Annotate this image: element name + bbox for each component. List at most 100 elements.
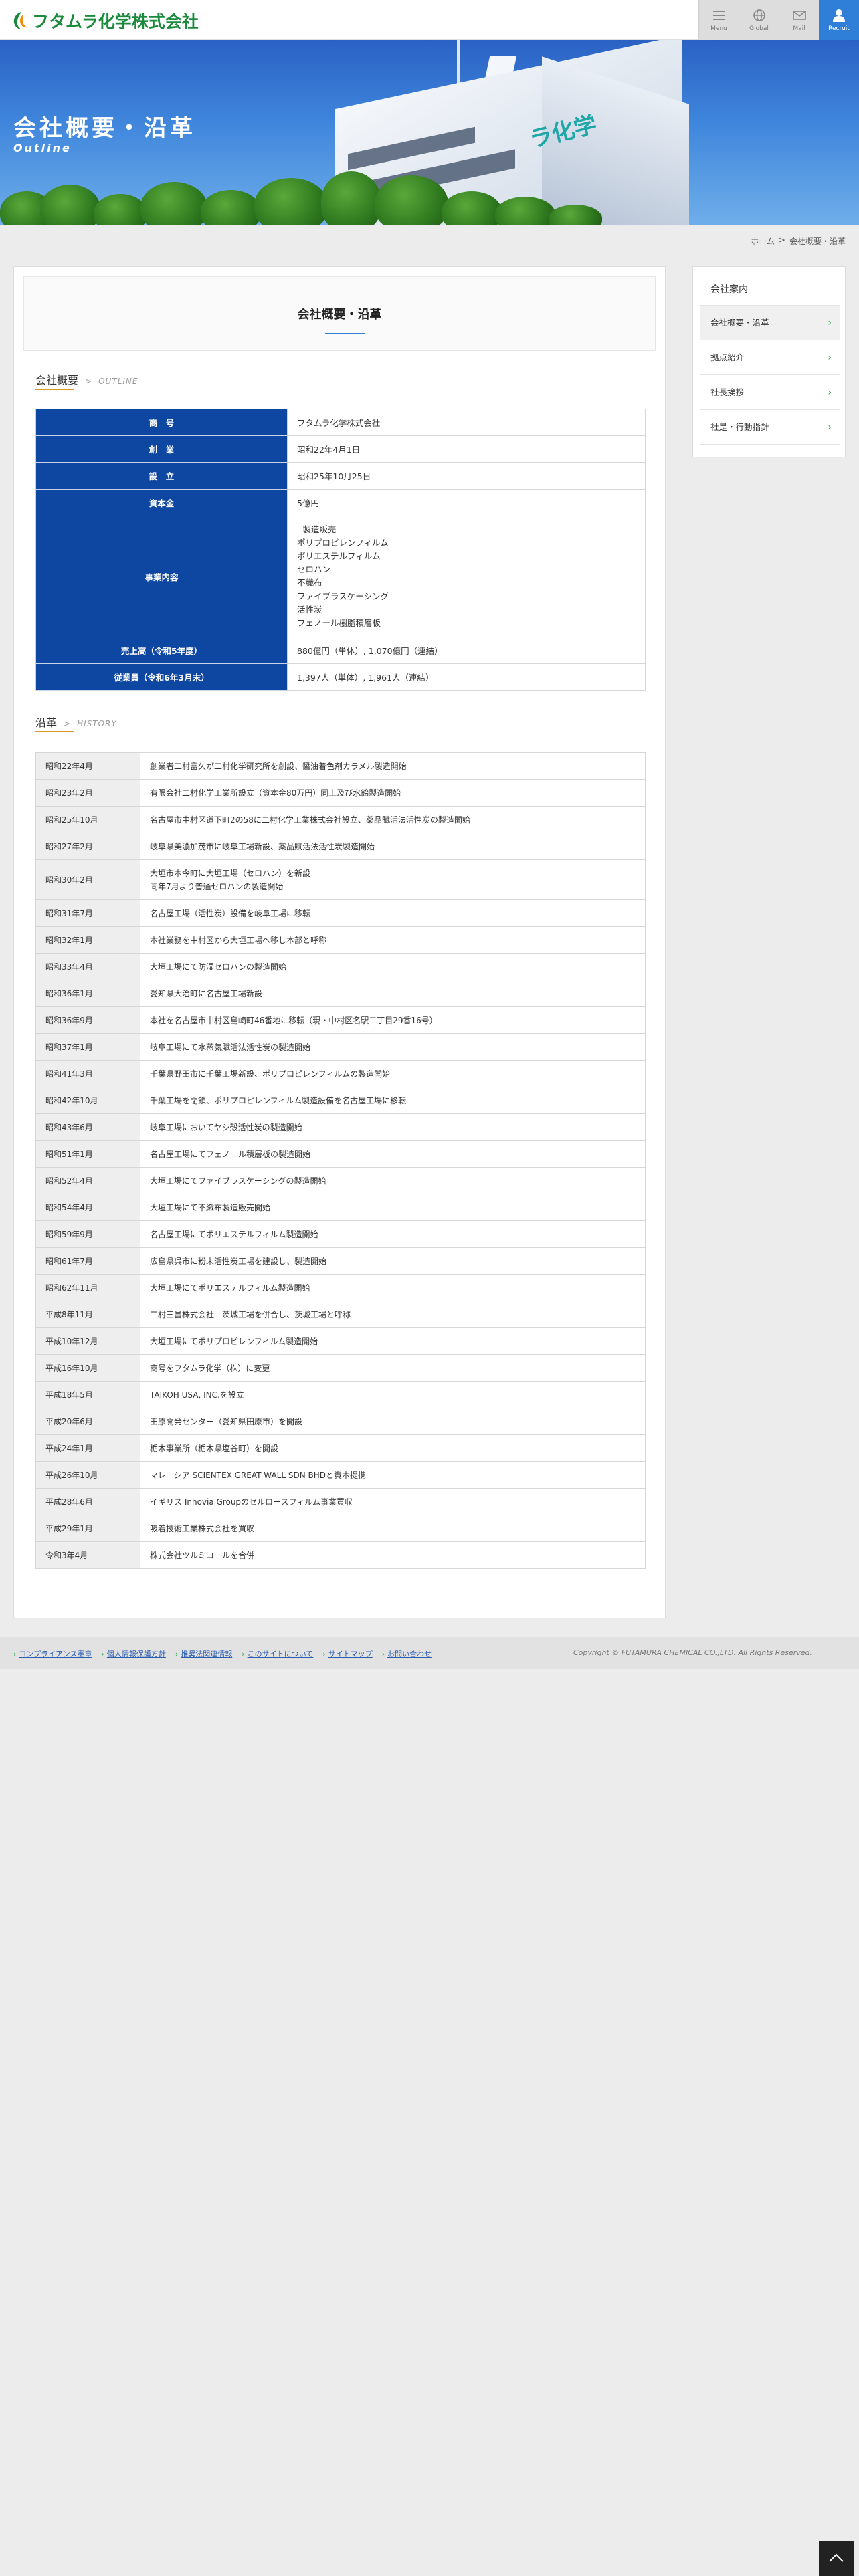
history-row: 平成18年5月 TAIKOH USA, INC.を設立: [35, 1381, 646, 1408]
footer-link[interactable]: 個人情報保護方針: [107, 1650, 166, 1658]
overview-row: 創 業昭和22年4月1日: [35, 435, 646, 463]
sidebar-item-label: 拠点紹介: [710, 352, 745, 362]
chevron-right-icon: ›: [101, 1650, 104, 1658]
history-row: 平成26年10月 マレーシア SCIENTEX GREAT WALL SDN BH…: [35, 1461, 646, 1489]
company-history-table: 昭和22年4月 創業者二村富久が二村化学研究所を創設、醤油着色剤カラメル製造開始昭…: [35, 752, 646, 1569]
globe-icon: [752, 9, 767, 22]
history-event: イギリス Innovia Groupのセルロースフィルム事業買収: [140, 1488, 646, 1515]
sidebar-item-label: 社長挨拶: [710, 387, 745, 397]
overview-row: 従業員（令和6年3月末） 1,397人（単体）, 1,961人（連結）: [35, 663, 646, 691]
history-row: 昭和30年2月 大垣市本今町に大垣工場（セロハン）を新設 同年7月より普通セロハン…: [35, 859, 646, 900]
history-date: 昭和51年1月: [35, 1140, 140, 1168]
history-date: 平成16年10月: [35, 1354, 140, 1382]
company-logo[interactable]: フタムラ化学株式会社: [12, 9, 199, 33]
overview-title-en: OUTLINE: [98, 377, 138, 386]
history-row: 昭和37年1月 岐阜工場にて水蒸気賦活法活性炭の製造開始: [35, 1033, 646, 1061]
chevron-right-icon: ›: [828, 318, 832, 328]
overview-label: 従業員（令和6年3月末）: [35, 663, 288, 691]
page-title-underline: [325, 333, 365, 334]
history-event: 本社を名古屋市中村区島崎町46番地に移転（現・中村区名駅二丁目29番16号）: [140, 1006, 646, 1034]
sidebar-item-message[interactable]: 社長挨拶 ›: [700, 375, 840, 410]
history-date: 令和3年4月: [35, 1541, 140, 1569]
history-date: 昭和43年6月: [35, 1113, 140, 1141]
history-row: 昭和22年4月 創業者二村富久が二村化学研究所を創設、醤油着色剤カラメル製造開始: [35, 752, 646, 780]
history-row: 平成16年10月 商号をフタムラ化学（株）に変更: [35, 1354, 646, 1382]
history-date: 昭和36年1月: [35, 980, 140, 1007]
history-title: 沿革: [35, 716, 58, 729]
back-to-top-button[interactable]: [819, 2541, 854, 2576]
overview-label: 売上高（令和5年度）: [35, 637, 288, 664]
history-event: 田原開発センター（愛知県田原市）を開設: [140, 1408, 646, 1435]
global-button[interactable]: Global: [739, 0, 779, 40]
overview-label: 資本金: [35, 489, 288, 516]
history-date: 昭和33年4月: [35, 953, 140, 980]
history-row: 昭和23年2月 有限会社二村化学工業所設立（資本金80万円）同上及び水飴製造開始: [35, 779, 646, 807]
history-event: 大垣工場にてファイブラスケーシングの製造開始: [140, 1167, 646, 1194]
footer-link-item: › コンプライアンス憲章: [13, 1648, 92, 1659]
history-date: 平成20年6月: [35, 1408, 140, 1435]
footer-link[interactable]: お問い合わせ: [387, 1650, 432, 1658]
history-event: 名古屋工場にてフェノール積層板の製造開始: [140, 1140, 646, 1168]
history-title-underline: [35, 731, 74, 732]
history-date: 平成18年5月: [35, 1381, 140, 1408]
logo-text: フタムラ化学株式会社: [32, 12, 199, 31]
recruit-button[interactable]: Recruit: [819, 0, 859, 40]
history-date: 昭和61年7月: [35, 1247, 140, 1275]
history-row: 昭和27年2月 岐阜県美濃加茂市に岐阜工場新設、薬品賦活法活性炭製造開始: [35, 833, 646, 860]
footer-link[interactable]: 推奨法関連情報: [181, 1650, 232, 1658]
history-section-title: 沿革 > HISTORY: [35, 714, 117, 730]
overview-row: 資本金 5億円: [35, 489, 646, 516]
history-row: 昭和61年7月 広島県呉市に粉末活性炭工場を建設し、製造開始: [35, 1247, 646, 1275]
history-row: 平成8年11月 二村三昌株式会社 茨城工場を併合し、茨城工場と呼称: [35, 1301, 646, 1328]
footer-link[interactable]: コンプライアンス憲章: [19, 1650, 92, 1658]
history-date: 昭和42年10月: [35, 1087, 140, 1114]
history-event: 広島県呉市に粉末活性炭工場を建設し、製造開始: [140, 1247, 646, 1275]
sidebar-item-policy[interactable]: 社是・行動指針 ›: [700, 410, 840, 445]
menu-button[interactable]: Menu: [698, 0, 739, 40]
overview-label: 設 立: [35, 462, 288, 490]
mail-label: Mail: [793, 25, 805, 32]
footer-link[interactable]: サイトマップ: [328, 1650, 373, 1658]
overview-title: 会社概要: [35, 374, 79, 387]
history-title-en: HISTORY: [77, 719, 117, 728]
overview-value: 1,397人（単体）, 1,961人（連結）: [287, 663, 646, 691]
overview-label: 創 業: [35, 435, 288, 463]
chevron-right-icon: >: [64, 719, 71, 728]
footer-link-item: › 推奨法関連情報: [175, 1648, 232, 1659]
overview-row: 売上高（令和5年度） 880億円（単体）, 1,070億円（連結）: [35, 637, 646, 664]
mail-icon: [792, 9, 807, 22]
recruit-label: Recruit: [828, 25, 850, 32]
history-row: 昭和32年1月 本社業務を中村区から大垣工場へ移し本部と呼称: [35, 926, 646, 954]
chevron-right-icon: ›: [322, 1650, 326, 1658]
overview-value: フタムラ化学株式会社: [287, 409, 646, 436]
chevron-up-icon: [828, 2553, 844, 2565]
overview-row: 事業内容 - 製造販売 ポリプロピレンフィルム ポリエステルフィルム セロハン 不…: [35, 516, 646, 637]
history-row: 昭和51年1月 名古屋工場にてフェノール積層板の製造開始: [35, 1140, 646, 1168]
hero-title: 会社概要・沿革: [13, 115, 196, 142]
history-row: 平成29年1月 吸着技術工業株式会社を買収: [35, 1515, 646, 1542]
menu-label: Menu: [710, 25, 727, 32]
mail-button[interactable]: Mail: [779, 0, 819, 40]
overview-value: 昭和22年4月1日: [287, 435, 646, 463]
history-date: 平成8年11月: [35, 1301, 140, 1328]
history-date: 昭和23年2月: [35, 779, 140, 807]
sidebar-item-locations[interactable]: 拠点紹介 ›: [700, 340, 840, 375]
footer-link[interactable]: このサイトについて: [248, 1650, 314, 1658]
history-event: 大垣市本今町に大垣工場（セロハン）を新設 同年7月より普通セロハンの製造開始: [140, 859, 646, 900]
site-header: フタムラ化学株式会社 Menu Global Mail Recruit: [0, 0, 859, 40]
history-date: 平成29年1月: [35, 1515, 140, 1542]
breadcrumb-separator: >: [778, 235, 785, 245]
history-event: 愛知県大治町に名古屋工場新設: [140, 980, 646, 1007]
page-heading-box: 会社概要・沿革: [23, 276, 656, 351]
breadcrumb-home-link[interactable]: ホーム: [751, 235, 775, 247]
overview-title-underline: [35, 389, 74, 390]
history-event: 有限会社二村化学工業所設立（資本金80万円）同上及び水飴製造開始: [140, 779, 646, 807]
history-event: 千葉工場を閉鎖、ポリプロピレンフィルム製造設備を名古屋工場に移転: [140, 1087, 646, 1114]
overview-row: 商 号フタムラ化学株式会社: [35, 409, 646, 436]
page-title: 会社概要・沿革: [297, 308, 382, 322]
sidebar-item-outline[interactable]: 会社概要・沿革 ›: [700, 306, 840, 340]
history-row: 昭和62年11月 大垣工場にてポリエステルフィルム製造開始: [35, 1274, 646, 1301]
history-date: 昭和41年3月: [35, 1060, 140, 1087]
history-event: 名古屋工場にてポリエステルフィルム製造開始: [140, 1220, 646, 1248]
chevron-right-icon: ›: [828, 422, 832, 433]
